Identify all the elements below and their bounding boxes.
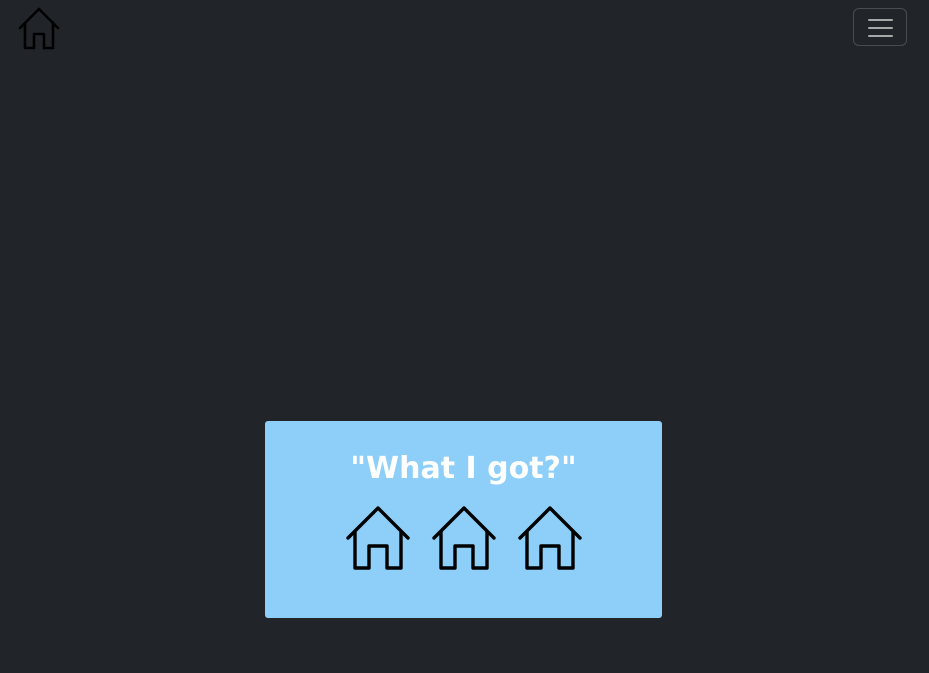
navbar-toggler-button[interactable]: [853, 8, 907, 46]
home-link[interactable]: [16, 6, 62, 52]
navbar: [0, 0, 929, 58]
house-icon: [345, 505, 411, 571]
house-icon: [431, 505, 497, 571]
card: "What I got?": [265, 421, 662, 618]
hamburger-menu-icon: [868, 18, 893, 38]
house-icon-row: [265, 505, 662, 573]
card-title: "What I got?": [350, 451, 577, 486]
house-icon: [16, 6, 62, 52]
house-icon: [517, 505, 583, 571]
